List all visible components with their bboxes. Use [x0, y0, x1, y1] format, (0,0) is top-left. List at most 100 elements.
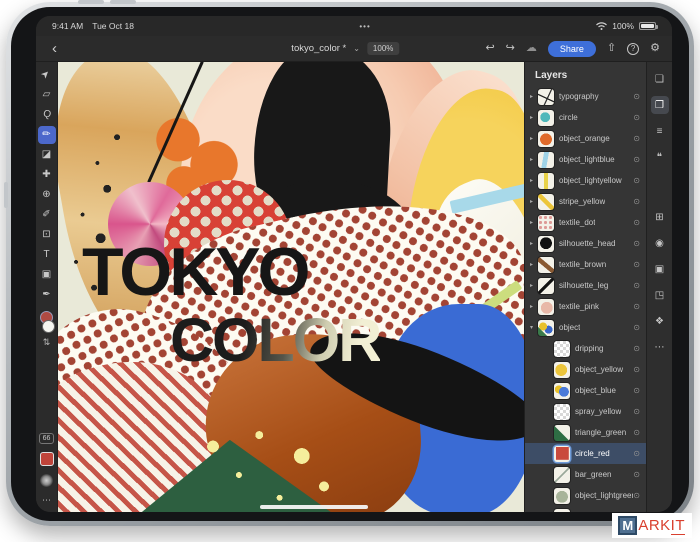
layer-row[interactable]: ▸ textile_brown ⊙	[525, 254, 646, 275]
layer-thumbnail[interactable]	[554, 404, 570, 420]
adjustments-icon[interactable]: ≡	[651, 122, 669, 140]
layer-eye-icon[interactable]: ⊙	[633, 344, 640, 353]
layer-eye-icon[interactable]: ⊙	[633, 260, 640, 269]
layer-eye-icon[interactable]: ⊙	[633, 176, 640, 185]
layer-eye-icon[interactable]: ⊙	[633, 281, 640, 290]
layer-eye-icon[interactable]: ⊙	[633, 155, 640, 164]
layer-eye-icon[interactable]: ⊙	[633, 239, 640, 248]
disclosure-triangle-icon[interactable]: ▾	[530, 324, 538, 331]
layer-row[interactable]: ▸ object_lightblue ⊙	[525, 149, 646, 170]
chevron-down-icon[interactable]: ⌄	[353, 44, 360, 53]
layer-properties-icon[interactable]: ❐	[651, 96, 669, 114]
background-color-swatch[interactable]	[42, 320, 55, 333]
eraser-tool[interactable]: ◪	[37, 145, 57, 165]
layer-visibility-icon[interactable]: ◉	[651, 234, 669, 252]
layer-thumbnail[interactable]	[538, 257, 554, 273]
lasso-tool[interactable]: Q	[37, 105, 57, 125]
disclosure-triangle-icon[interactable]: ▸	[530, 261, 538, 268]
more-options-icon[interactable]: ⋯	[651, 338, 669, 356]
layer-row[interactable]: object_yellow ⊙	[525, 359, 646, 380]
layer-row[interactable]: bar_green ⊙	[525, 464, 646, 485]
layer-row[interactable]: object_blue ⊙	[525, 380, 646, 401]
type-tool[interactable]: T	[37, 245, 57, 265]
layer-eye-icon[interactable]: ⊙	[633, 197, 640, 206]
layer-thumbnail[interactable]	[538, 299, 554, 315]
layer-row[interactable]: triangle_green ⊙	[525, 422, 646, 443]
fill-layer-icon[interactable]: ▣	[651, 260, 669, 278]
brush-tool[interactable]: ✏	[38, 126, 56, 144]
layer-row[interactable]: circle_red ⊙	[525, 443, 646, 464]
layer-eye-icon[interactable]: ⊙	[633, 218, 640, 227]
brush-color-chip[interactable]	[40, 452, 54, 466]
add-layer-icon[interactable]: ⊞	[651, 208, 669, 226]
disclosure-triangle-icon[interactable]: ▸	[530, 282, 538, 289]
layer-thumbnail[interactable]	[538, 173, 554, 189]
cloud-sync-icon[interactable]: ☁	[526, 43, 537, 54]
layer-eye-icon[interactable]: ⊙	[633, 92, 640, 101]
layer-thumbnail[interactable]	[538, 215, 554, 231]
layer-eye-icon[interactable]: ⊙	[633, 302, 640, 311]
smudge-tool[interactable]: ✐	[37, 205, 57, 225]
layer-row[interactable]: ▸ object_lightyellow ⊙	[525, 170, 646, 191]
layer-thumbnail[interactable]	[538, 131, 554, 147]
layer-thumbnail[interactable]	[538, 89, 554, 105]
layer-eye-icon[interactable]: ⊙	[633, 449, 640, 458]
layer-thumbnail[interactable]	[538, 236, 554, 252]
color-swatches[interactable]	[37, 311, 57, 335]
layer-thumbnail[interactable]	[554, 488, 570, 504]
layer-thumbnail[interactable]	[538, 152, 554, 168]
layer-row[interactable]: ▸ textile_pink ⊙	[525, 296, 646, 317]
layer-thumbnail[interactable]	[538, 110, 554, 126]
disclosure-triangle-icon[interactable]: ▸	[530, 219, 538, 226]
layer-eye-icon[interactable]: ⊙	[633, 365, 640, 374]
disclosure-triangle-icon[interactable]: ▸	[530, 135, 538, 142]
disclosure-triangle-icon[interactable]: ▸	[530, 303, 538, 310]
home-indicator[interactable]	[260, 505, 368, 509]
mask-tools-icon[interactable]: ❖	[651, 312, 669, 330]
layer-row[interactable]: spray_yellow ⊙	[525, 401, 646, 422]
disclosure-triangle-icon[interactable]: ▸	[530, 156, 538, 163]
clone-stamp-tool[interactable]: ⊕	[37, 185, 57, 205]
layer-thumbnail[interactable]	[554, 362, 570, 378]
healing-tool[interactable]: ✚	[37, 165, 57, 185]
layer-row[interactable]: ▸ stripe_yellow ⊙	[525, 191, 646, 212]
layer-thumbnail[interactable]	[538, 194, 554, 210]
layer-thumbnail[interactable]	[554, 341, 570, 357]
layer-eye-icon[interactable]: ⊙	[633, 134, 640, 143]
disclosure-triangle-icon[interactable]: ▸	[530, 198, 538, 205]
layer-thumbnail[interactable]	[554, 425, 570, 441]
help-button[interactable]: ?	[627, 43, 639, 55]
transform-tool[interactable]: ▱	[37, 85, 57, 105]
layer-row[interactable]: ▸ circle ⊙	[525, 107, 646, 128]
disclosure-triangle-icon[interactable]: ▸	[530, 177, 538, 184]
redo-button[interactable]: ↪	[506, 43, 515, 54]
layer-row[interactable]: ▸ silhouette_head ⊙	[525, 233, 646, 254]
layer-eye-icon[interactable]: ⊙	[633, 407, 640, 416]
layer-thumbnail[interactable]	[554, 383, 570, 399]
eyedropper-tool[interactable]: ✒	[37, 285, 57, 305]
settings-gear-button[interactable]: ⚙	[650, 43, 660, 54]
layer-eye-icon[interactable]: ⊙	[633, 470, 640, 479]
brush-softness-preview[interactable]	[40, 474, 53, 487]
undo-button[interactable]: ↩	[485, 43, 494, 54]
layer-row[interactable]: ▸ typography ⊙	[525, 86, 646, 107]
layer-thumbnail[interactable]	[538, 320, 554, 336]
export-button[interactable]: ⇧	[607, 43, 616, 54]
artwork-canvas[interactable]: TOKYO COLOR	[58, 62, 524, 512]
layer-row[interactable]: ▸ textile_dot ⊙	[525, 212, 646, 233]
layer-thumbnail[interactable]	[554, 467, 570, 483]
clip-mask-icon[interactable]: ◳	[651, 286, 669, 304]
layer-row[interactable]: ▾ object ⊙	[525, 317, 646, 338]
layer-eye-icon[interactable]: ⊙	[633, 491, 640, 500]
layers-stack-icon[interactable]: ❏	[651, 70, 669, 88]
layer-row[interactable]: dripping ⊙	[525, 338, 646, 359]
comments-icon[interactable]: ❝	[651, 148, 669, 166]
place-image-tool[interactable]: ▣	[37, 265, 57, 285]
layer-row[interactable]	[525, 506, 646, 512]
disclosure-triangle-icon[interactable]: ▸	[530, 114, 538, 121]
layer-eye-icon[interactable]: ⊙	[633, 386, 640, 395]
disclosure-triangle-icon[interactable]: ▸	[530, 93, 538, 100]
crop-tool[interactable]: ⊡	[37, 225, 57, 245]
document-title[interactable]: tokyo_color *	[291, 43, 346, 54]
disclosure-triangle-icon[interactable]: ▸	[530, 240, 538, 247]
